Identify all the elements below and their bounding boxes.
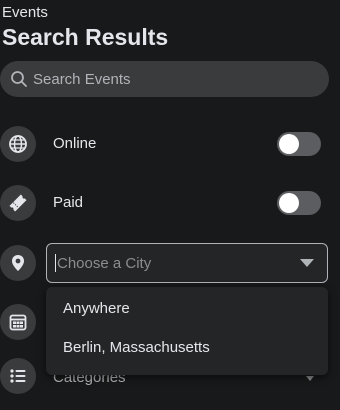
location-icon-container bbox=[0, 245, 36, 281]
city-dropdown-menu: Anywhere Berlin, Massachusetts bbox=[46, 287, 328, 375]
page-title: Search Results bbox=[2, 24, 169, 50]
search-bar[interactable] bbox=[0, 61, 329, 97]
dropdown-option-anywhere[interactable]: Anywhere bbox=[63, 300, 130, 317]
calendar-icon-container bbox=[0, 304, 36, 340]
search-input[interactable] bbox=[33, 61, 313, 97]
toggle-knob bbox=[279, 134, 299, 154]
location-pin-icon bbox=[12, 255, 24, 271]
text-caret bbox=[55, 254, 56, 272]
globe-icon bbox=[9, 135, 27, 153]
search-icon bbox=[11, 71, 27, 87]
paid-toggle[interactable] bbox=[277, 191, 321, 215]
city-placeholder: Choose a City bbox=[57, 255, 152, 272]
dropdown-option-berlin[interactable]: Berlin, Massachusetts bbox=[63, 339, 210, 356]
online-label: Online bbox=[53, 135, 97, 152]
list-icon-container bbox=[0, 358, 36, 394]
city-select[interactable]: Choose a City bbox=[46, 243, 328, 283]
filter-paid-row: Paid bbox=[0, 185, 340, 221]
breadcrumb[interactable]: Events bbox=[2, 4, 48, 21]
paid-label: Paid bbox=[53, 194, 84, 211]
list-icon bbox=[10, 369, 26, 383]
online-toggle[interactable] bbox=[277, 132, 321, 156]
filter-online-row: Online bbox=[0, 126, 340, 162]
globe-icon-container bbox=[0, 126, 36, 162]
ticket-icon-container bbox=[0, 185, 36, 221]
toggle-knob bbox=[279, 193, 299, 213]
chevron-down-icon[interactable] bbox=[306, 376, 314, 381]
ticket-icon bbox=[9, 194, 27, 212]
calendar-icon bbox=[9, 314, 27, 331]
chevron-down-icon[interactable] bbox=[300, 259, 314, 267]
